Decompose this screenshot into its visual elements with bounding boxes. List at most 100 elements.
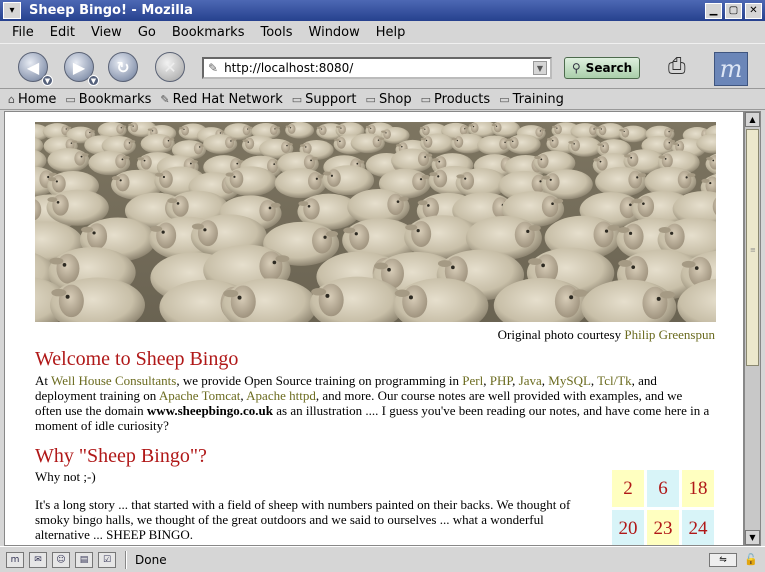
sheep-eye — [89, 131, 91, 134]
sheep-eye — [203, 228, 207, 232]
maximize-icon[interactable]: ▢ — [725, 2, 742, 19]
vertical-scrollbar[interactable]: ▲ ≡ ▼ — [744, 111, 761, 546]
sheep-eye — [504, 141, 506, 144]
menu-help[interactable]: Help — [368, 25, 414, 40]
sheep-eye — [573, 143, 575, 145]
why-heading: Why "Sheep Bingo"? — [35, 445, 207, 467]
bingo-cell: 23 — [647, 510, 679, 545]
bookmark-products[interactable]: ▭ Products — [421, 92, 491, 107]
link-java[interactable]: Java — [519, 373, 542, 388]
page-icon: ✎ — [208, 61, 219, 75]
reload-icon[interactable]: ↻ — [108, 52, 138, 82]
menu-file[interactable]: File — [4, 25, 42, 40]
link-perl[interactable]: Perl — [462, 373, 483, 388]
address-bar[interactable]: ✎ ▼ — [202, 57, 552, 79]
minimize-icon[interactable]: ▁ — [705, 2, 722, 19]
sheep-eye — [642, 202, 645, 205]
link-php[interactable]: PHP — [490, 373, 512, 388]
sheep-eye — [549, 178, 552, 181]
sheep-ear — [672, 142, 678, 146]
mozilla-icon[interactable]: m — [714, 52, 748, 86]
photo-credit-link[interactable]: Philip Greenspun — [624, 327, 715, 342]
bookmark-home-label: Home — [17, 91, 57, 107]
address-book-icon[interactable]: ☑ — [98, 551, 116, 568]
sheep-ear — [90, 130, 95, 133]
sheep-ear — [420, 137, 427, 141]
search-button[interactable]: ⚲ Search — [564, 57, 640, 79]
bookmark-support[interactable]: ▭ Support — [292, 92, 357, 107]
sheep-ear — [299, 144, 306, 147]
sheep-ear — [374, 262, 388, 270]
bingo-cell: 24 — [682, 510, 714, 545]
chat-icon[interactable]: ☺ — [52, 551, 70, 568]
sheep-ear — [637, 173, 647, 178]
sheep-photo-drawing — [35, 122, 716, 322]
scroll-down-icon[interactable]: ▼ — [745, 530, 760, 545]
link-apache-tomcat[interactable]: Apache Tomcat — [159, 388, 241, 403]
sheep-eye — [198, 146, 201, 148]
sheep-ear — [285, 125, 291, 128]
link-tcltk[interactable]: Tcl/Tk — [597, 373, 631, 388]
bookmark-shop[interactable]: ▭ Shop — [366, 92, 412, 107]
link-well-house[interactable]: Well House Consultants — [51, 373, 176, 388]
bookmark-training[interactable]: ▭ Training — [499, 92, 564, 107]
window-menu-icon[interactable]: ▾ — [3, 2, 21, 19]
menu-go[interactable]: Go — [130, 25, 164, 40]
menu-bar: File Edit View Go Bookmarks Tools Window… — [0, 21, 765, 43]
forward-history-dropdown[interactable]: ▼ — [88, 75, 99, 86]
bookmark-home[interactable]: ⌂ Home — [8, 92, 56, 107]
bookmark-red-hat-network[interactable]: ✎ Red Hat Network — [160, 92, 282, 107]
status-separator — [125, 550, 127, 569]
close-icon[interactable]: ✕ — [745, 2, 762, 19]
mail-icon[interactable]: ✉ — [29, 551, 47, 568]
bookmark-support-label: Support — [305, 91, 357, 107]
menu-edit[interactable]: Edit — [42, 25, 83, 40]
composer-icon[interactable]: ▤ — [75, 551, 93, 568]
sheep-ear — [168, 137, 175, 141]
scroll-up-icon[interactable]: ▲ — [745, 112, 760, 127]
sheep-ear — [326, 230, 339, 237]
mozilla-navigator-icon[interactable]: m — [6, 551, 24, 568]
sheep-eye — [539, 130, 541, 132]
sheep-ear — [395, 143, 402, 147]
status-text: Done — [135, 552, 167, 567]
bookmark-bookmarks[interactable]: ▭ Bookmarks — [65, 92, 151, 107]
link-mysql[interactable]: MySQL — [548, 373, 591, 388]
intro-text: At — [35, 373, 48, 388]
bookmark-training-label: Training — [512, 91, 564, 107]
sheep-ear — [534, 155, 541, 160]
sheep-ear — [122, 155, 130, 160]
sheep-eye — [307, 204, 311, 208]
url-history-dropdown[interactable]: ▼ — [533, 61, 547, 75]
sheep-eye — [80, 155, 83, 158]
story-paragraph: It's a long story ... that started with … — [35, 497, 571, 542]
menu-view[interactable]: View — [83, 25, 130, 40]
scrollbar-thumb[interactable]: ≡ — [746, 129, 759, 366]
stop-icon[interactable]: ✕ — [155, 52, 185, 82]
sheep-eye — [189, 162, 192, 165]
sheep-ear — [394, 289, 410, 297]
bingo-cell: 2 — [612, 470, 644, 507]
folder-icon: ▭ — [291, 92, 303, 106]
url-input[interactable] — [224, 61, 533, 75]
link-apache-httpd[interactable]: Apache httpd — [246, 388, 316, 403]
print-icon[interactable]: ⎙ — [668, 54, 686, 79]
sheep-ear — [311, 156, 319, 161]
back-history-dropdown[interactable]: ▼ — [42, 75, 53, 86]
sheep-eye — [464, 177, 467, 180]
sheep-ear — [540, 128, 546, 131]
menu-bookmarks[interactable]: Bookmarks — [164, 25, 253, 40]
sheep-ear — [658, 226, 671, 233]
sheep-ear — [437, 260, 452, 267]
sheep-eye — [128, 142, 131, 144]
sheep-eye — [556, 127, 558, 129]
menu-window[interactable]: Window — [301, 25, 368, 40]
menu-tools[interactable]: Tools — [252, 25, 300, 40]
sheep-ear — [551, 125, 557, 128]
sheep-eye — [451, 265, 455, 270]
sheep-eye — [340, 127, 342, 129]
sheep-ear — [701, 178, 710, 183]
photo-credit: Original photo courtesy Philip Greenspun — [498, 327, 715, 343]
security-lock-icon[interactable]: 🔓 — [743, 553, 759, 567]
sheep-eye — [512, 140, 514, 143]
